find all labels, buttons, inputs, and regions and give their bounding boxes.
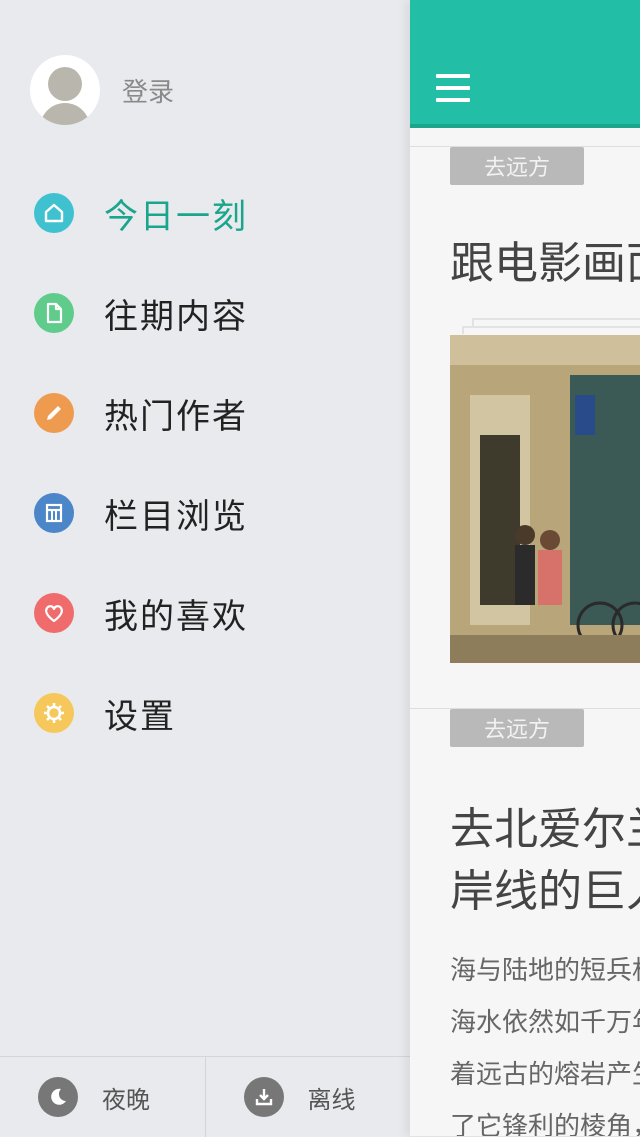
excerpt-line: 着远古的熔岩产生 (450, 1060, 640, 1090)
image-stack-edge (462, 326, 640, 334)
drawer-menu: 今日一刻 往期内容 热门作者 栏目浏览 我的喜欢 设置 (34, 163, 248, 763)
category-tag: 去远方 (450, 709, 584, 747)
article-title-line: 去北爱尔兰 (450, 804, 640, 855)
menu-item-label: 今日一刻 (104, 196, 248, 237)
avatar-head-shape (48, 67, 82, 101)
menu-item-columns[interactable]: 栏目浏览 (34, 463, 248, 563)
drawer-bottom-bar: 夜晚 离线 (0, 1056, 410, 1137)
navigation-drawer: 登录 今日一刻 往期内容 热门作者 栏目浏览 我的喜欢 设置 夜晚 离线 (0, 0, 410, 1137)
menu-item-label: 我的喜欢 (104, 596, 248, 637)
avatar[interactable] (30, 55, 100, 125)
menu-item-favorites[interactable]: 我的喜欢 (34, 563, 248, 663)
category-tag: 去远方 (450, 147, 584, 185)
login-link[interactable]: 登录 (122, 72, 174, 109)
excerpt-line: 了它锋利的棱角， (450, 1112, 640, 1136)
excerpt-line: 海与陆地的短兵相 (450, 956, 640, 986)
profile-area[interactable]: 登录 (30, 55, 174, 125)
menu-item-label: 热门作者 (104, 396, 248, 437)
night-mode-button[interactable]: 夜晚 (0, 1057, 205, 1137)
menu-item-label: 栏目浏览 (104, 496, 248, 537)
menu-item-today[interactable]: 今日一刻 (34, 163, 248, 263)
heart-icon (34, 593, 74, 633)
top-bar-divider (410, 124, 640, 128)
document-icon (34, 293, 74, 333)
menu-item-settings[interactable]: 设置 (34, 663, 248, 763)
pencil-icon (34, 393, 74, 433)
download-icon (243, 1077, 284, 1117)
home-icon (34, 193, 74, 233)
menu-icon[interactable] (436, 74, 470, 110)
moon-icon (38, 1077, 78, 1117)
image-stack-edge (472, 318, 640, 326)
menu-item-authors[interactable]: 热门作者 (34, 363, 248, 463)
excerpt-line: 海水依然如千万年 (450, 1008, 640, 1038)
menu-item-label: 设置 (104, 696, 176, 737)
menu-item-past[interactable]: 往期内容 (34, 263, 248, 363)
offline-button[interactable]: 离线 (204, 1057, 411, 1137)
calendar-icon (34, 493, 74, 533)
top-app-bar (410, 0, 640, 128)
content-panel[interactable]: 去远方 跟电影画面 去远方 去北爱尔兰 岸线的巨人 海与陆地的短兵相 海水依然如… (410, 0, 640, 1136)
gear-icon (34, 693, 74, 733)
article-title: 跟电影画面 (450, 238, 640, 289)
offline-label: 离线 (307, 1085, 356, 1114)
menu-item-label: 往期内容 (104, 296, 248, 337)
article-excerpt: 海与陆地的短兵相 海水依然如千万年 着远古的熔岩产生 了它锋利的棱角， (450, 945, 640, 1136)
avatar-body-shape (40, 103, 90, 125)
article-image[interactable] (450, 335, 640, 663)
article-title-line: 岸线的巨人 (450, 866, 640, 917)
night-mode-label: 夜晚 (102, 1085, 150, 1114)
